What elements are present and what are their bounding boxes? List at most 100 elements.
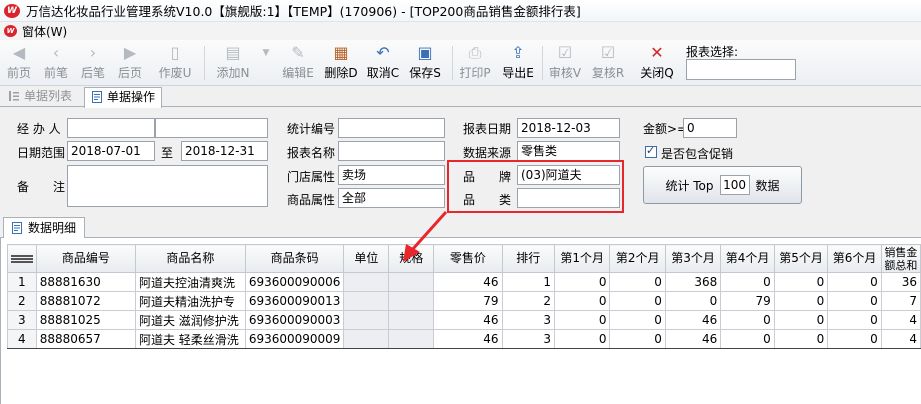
delete-icon: ▦ [333, 43, 349, 62]
report-name-field[interactable] [338, 141, 445, 161]
include-promo-label: 是否包含促销 [661, 147, 734, 161]
document-icon [12, 222, 22, 234]
table-cell-rank: 2 [501, 291, 556, 311]
table-cell-name: 阿道夫 轻柔丝滑洗 [134, 329, 246, 349]
tab-data-detail[interactable]: 数据明细 [3, 217, 86, 239]
last-page-icon: ▶ [123, 43, 137, 62]
table-cell-unit [343, 310, 390, 330]
stat-no-field[interactable] [338, 118, 445, 138]
close-button[interactable]: ✕ 关闭Q [638, 42, 676, 82]
table-cell-m6: 0 [827, 310, 882, 330]
stat-top-button[interactable]: 统计 Top 100 数据 [643, 166, 802, 204]
row-menu-icon [10, 254, 33, 263]
table-cell-price: 46 [433, 329, 503, 349]
table-row[interactable]: 1 88881630 阿道夫控油清爽洗 693600090006 46 1 0 0 368 0 0 0… [7, 272, 921, 292]
column-header[interactable]: 规格 [388, 244, 435, 273]
table-cell-spec [388, 272, 435, 292]
save-button[interactable]: ▣ 保存S [406, 42, 444, 82]
void-button[interactable]: ▯ 作废U [156, 42, 194, 82]
top-count-input[interactable]: 100 [719, 175, 750, 195]
table-cell-m4: 0 [720, 329, 775, 349]
data-tab-bar: 数据明细 [0, 216, 921, 239]
data-grid-panel: 商品编号 商品名称 商品条码 单位 规格 零售价 排行 第1个月 第2个月 第3… [0, 238, 921, 404]
handler-name-field[interactable] [155, 118, 268, 138]
tab-document-list[interactable]: 单据列表 [2, 87, 78, 107]
column-header[interactable]: 第2个月 [609, 244, 666, 273]
add-dropdown-button[interactable]: ▼ [261, 42, 271, 82]
first-page-icon: ◀ [12, 43, 26, 62]
report-name-label: 报表名称 [287, 146, 336, 160]
handler-label: 经 办 人 [17, 122, 61, 136]
prev-record-icon: ‹ [52, 43, 60, 62]
next-record-button[interactable]: › 后笔 [78, 42, 108, 82]
first-page-button[interactable]: ◀ 前页 [4, 42, 34, 82]
last-page-button[interactable]: ▶ 后页 [115, 42, 145, 82]
column-header[interactable]: 销售金额总和 [880, 244, 921, 273]
report-select-input[interactable] [686, 59, 796, 80]
table-row[interactable]: 4 88880657 阿道夫 轻柔丝滑洗 693600090009 46 3 0 0 46 0 0 0… [7, 329, 921, 349]
table-cell-m3: 46 [664, 329, 722, 349]
table-cell-barcode: 693600090006 [244, 272, 345, 292]
store-attr-field[interactable]: 卖场 [338, 165, 445, 185]
cancel-button[interactable]: ↶ 取消C [364, 42, 402, 82]
product-attr-field[interactable]: 全部 [338, 188, 445, 208]
row-number: 1 [7, 272, 37, 292]
column-header[interactable]: 第6个月 [827, 244, 882, 273]
product-attr-label: 商品属性 [287, 193, 336, 207]
column-header[interactable]: 第1个月 [554, 244, 611, 273]
table-cell-rank: 3 [501, 310, 556, 330]
data-grid[interactable]: 商品编号 商品名称 商品条码 单位 规格 零售价 排行 第1个月 第2个月 第3… [7, 244, 921, 349]
app-logo-icon: W [4, 3, 20, 18]
toolbar-separator [542, 46, 543, 80]
column-header[interactable]: 商品编号 [35, 244, 136, 273]
table-cell-m2: 0 [609, 310, 666, 330]
delete-button[interactable]: ▦ 删除D [322, 42, 360, 82]
column-header[interactable]: 零售价 [433, 244, 503, 273]
recheck-button[interactable]: ☑ 复核R [589, 42, 627, 82]
table-cell-total: 4 [880, 310, 921, 330]
table-cell-m5: 0 [773, 272, 829, 292]
handler-field[interactable] [67, 118, 155, 138]
table-row[interactable]: 3 88881025 阿道夫 滋润修护洗 693600090003 46 3 0 0 46 0 0 0… [7, 310, 921, 330]
table-cell-total: 36 [880, 272, 921, 292]
column-header[interactable]: 商品名称 [134, 244, 246, 273]
column-header[interactable]: 单位 [343, 244, 390, 273]
date-to-field[interactable]: 2018-12-31 [181, 141, 268, 161]
prev-record-button[interactable]: ‹ 前笔 [41, 42, 71, 82]
include-promo-checkbox[interactable] [645, 144, 657, 158]
table-row[interactable]: 2 88881072 阿道夫精油洗护专 693600090013 79 2 0 0 0 79 0 0 7 [7, 291, 921, 311]
report-date-field[interactable]: 2018-12-03 [517, 118, 620, 138]
table-cell-price: 46 [433, 272, 503, 292]
tab-document-ops[interactable]: 单据操作 [84, 87, 163, 108]
column-header[interactable]: 排行 [501, 244, 556, 273]
menu-window[interactable]: 窗体(W) [22, 23, 67, 40]
table-cell-total: 4 [880, 329, 921, 349]
next-record-icon: › [89, 43, 97, 62]
export-button[interactable]: ⇪ 导出E [499, 42, 537, 82]
table-cell-code: 88881630 [35, 272, 136, 292]
close-icon: ✕ [650, 43, 664, 62]
column-header[interactable]: 第4个月 [720, 244, 775, 273]
date-from-field[interactable]: 2018-07-01 [67, 141, 155, 161]
table-cell-m1: 0 [554, 329, 611, 349]
amount-field[interactable]: 0 [683, 118, 737, 138]
table-cell-m4: 0 [720, 272, 775, 292]
add-button[interactable]: ▤ 添加N [214, 42, 252, 82]
approve-button[interactable]: ☑ 审核V [546, 42, 584, 82]
toolbar-separator [452, 46, 453, 80]
column-header[interactable]: 第3个月 [664, 244, 722, 273]
table-cell-code: 88881025 [35, 310, 136, 330]
date-range-label: 日期范围 [17, 146, 66, 160]
highlight-box [447, 160, 624, 213]
column-header[interactable]: 商品条码 [244, 244, 345, 273]
recheck-icon: ☑ [600, 43, 616, 62]
row-menu-header[interactable] [7, 244, 37, 273]
remark-field[interactable] [67, 165, 268, 207]
column-header[interactable]: 第5个月 [773, 244, 829, 273]
store-attr-label: 门店属性 [287, 170, 336, 184]
table-cell-price: 79 [433, 291, 503, 311]
edit-button[interactable]: ✎ 编辑E [279, 42, 317, 82]
window-title: 万信达化妆品行业管理系统V10.0【旗舰版:1】【TEMP】(170906) -… [26, 4, 581, 19]
print-button[interactable]: ⎙ 打印P [456, 42, 494, 82]
data-source-field[interactable]: 零售类 [517, 141, 620, 161]
